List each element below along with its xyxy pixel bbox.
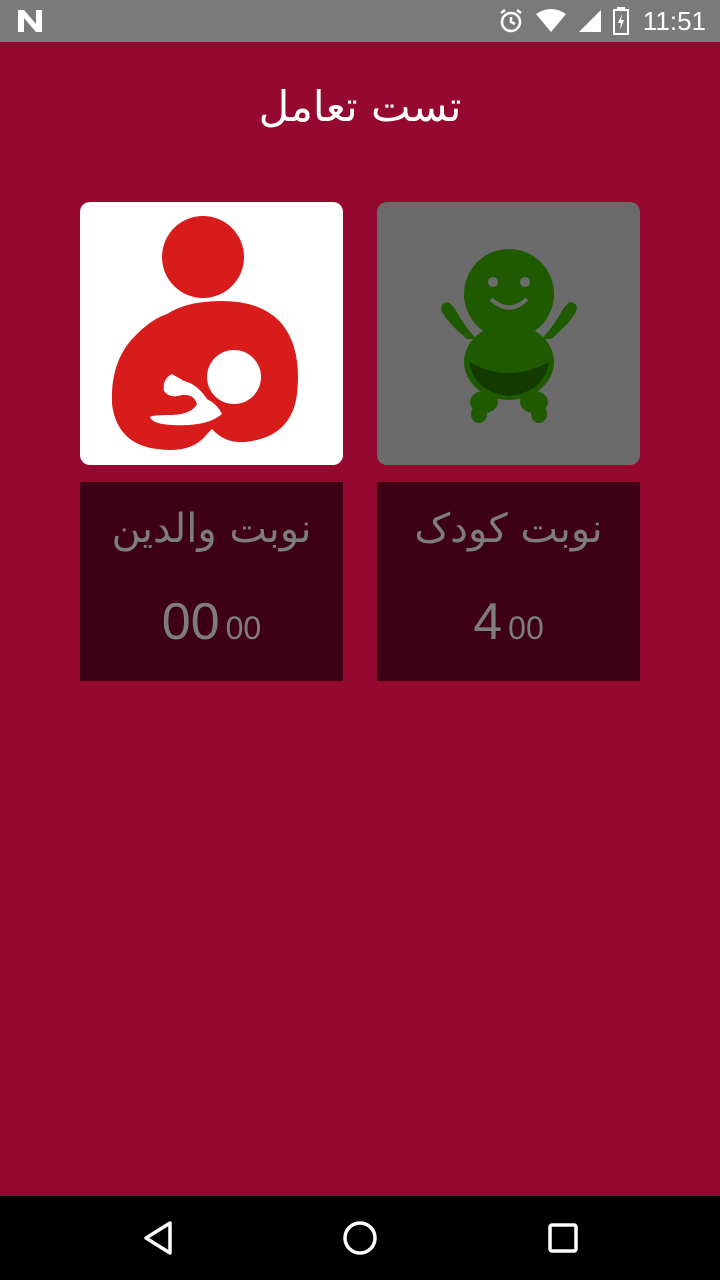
parent-tile[interactable] [80,202,343,465]
baby-icon [440,248,577,423]
battery-icon [612,7,629,35]
recents-icon [548,1223,578,1253]
child-turn-panel: نوبت کودک 4 00 [377,482,640,681]
parent-turn-label: نوبت والدین [111,506,312,552]
n-logo-icon [18,10,42,32]
parent-turn-panel: نوبت والدین 00 00 [80,482,343,681]
alarm-icon [500,9,522,33]
child-score-main: 4 [473,593,503,651]
parent-score-sub: 00 [225,610,262,646]
page-title: تست تعامل [258,82,462,131]
parent-score: 00 00 [80,592,343,652]
child-turn-label: نوبت کودک [414,506,603,552]
back-button[interactable] [136,1216,180,1260]
wifi-icon [535,9,566,32]
back-icon [144,1221,172,1255]
child-score: 4 00 [377,592,640,652]
parent-score-main: 00 [161,593,220,651]
home-icon [343,1221,377,1255]
child-tile[interactable] [377,202,640,465]
child-score-sub: 00 [508,610,544,646]
navigation-bar [0,1196,720,1280]
home-button[interactable] [338,1216,382,1260]
status-bar: 11:51 [0,0,720,42]
recents-button[interactable] [541,1216,585,1260]
clock: 11:51 [642,5,706,36]
breastfeeding-icon [111,215,298,450]
status-icons: 11:51 [497,0,706,42]
signal-icon [578,10,601,32]
